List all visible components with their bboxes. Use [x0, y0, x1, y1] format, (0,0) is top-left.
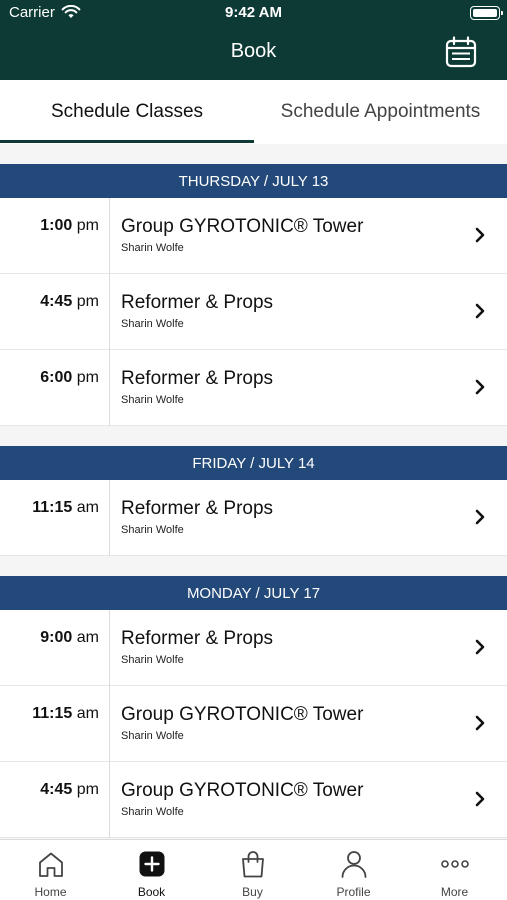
class-row[interactable]: 11:15 am Reformer & Props Sharin Wolfe	[0, 480, 507, 556]
row-divider	[109, 480, 110, 556]
class-row[interactable]: 4:45 pm Reformer & Props Sharin Wolfe	[0, 274, 507, 350]
chevron-right-icon	[475, 791, 485, 807]
class-name: Group GYROTONIC® Tower	[121, 780, 364, 801]
day-header: FRIDAY / JULY 14	[0, 446, 507, 482]
instructor-name: Sharin Wolfe	[121, 654, 184, 666]
chevron-right-icon	[475, 715, 485, 731]
tab-label: Book	[137, 885, 166, 899]
chevron-right-icon	[475, 303, 485, 319]
tab-label: More	[440, 885, 469, 899]
class-time: 1:00 pm	[40, 217, 99, 234]
instructor-name: Sharin Wolfe	[121, 318, 184, 330]
person-icon	[341, 851, 367, 878]
class-row[interactable]: 9:00 am Reformer & Props Sharin Wolfe	[0, 610, 507, 686]
plus-square-icon	[139, 851, 165, 877]
chevron-right-icon	[475, 509, 485, 525]
class-row[interactable]: 1:00 pm Group GYROTONIC® Tower Sharin Wo…	[0, 198, 507, 274]
tab-buy[interactable]: Buy	[202, 840, 303, 900]
row-divider	[109, 198, 110, 274]
tab-schedule-classes[interactable]: Schedule Classes	[0, 80, 254, 144]
calendar-icon	[445, 36, 477, 68]
class-time: 9:00 am	[40, 629, 99, 646]
shopping-bag-icon	[242, 851, 264, 878]
row-divider	[109, 274, 110, 350]
row-divider	[109, 350, 110, 426]
class-row[interactable]: 4:45 pm Group GYROTONIC® Tower Sharin Wo…	[0, 762, 507, 838]
tab-book[interactable]: Book	[101, 840, 202, 900]
row-divider	[109, 762, 110, 838]
battery-icon	[470, 6, 503, 20]
class-list[interactable]: THURSDAY / JULY 13 1:00 pm Group GYROTON…	[0, 144, 507, 839]
class-name: Group GYROTONIC® Tower	[121, 704, 364, 725]
chevron-right-icon	[475, 379, 485, 395]
instructor-name: Sharin Wolfe	[121, 524, 184, 536]
class-time: 4:45 pm	[40, 781, 99, 798]
bottom-tab-bar: Home Book Buy Profile More	[0, 839, 507, 900]
class-name: Reformer & Props	[121, 628, 274, 649]
tab-schedule-appointments[interactable]: Schedule Appointments	[254, 80, 507, 144]
tab-label: Home	[34, 885, 67, 899]
schedule-tabs: Schedule Classes Schedule Appointments	[0, 80, 507, 144]
calendar-button[interactable]	[444, 36, 478, 68]
navigation-bar: Carrier 9:42 AM Book	[0, 0, 507, 80]
status-bar: Carrier 9:42 AM	[0, 0, 507, 24]
instructor-name: Sharin Wolfe	[121, 394, 184, 406]
row-divider	[109, 610, 110, 686]
class-name: Reformer & Props	[121, 498, 274, 519]
home-icon	[39, 852, 63, 877]
day-header: MONDAY / JULY 17	[0, 576, 507, 612]
tab-more[interactable]: More	[404, 840, 505, 900]
more-dots-icon	[441, 860, 469, 868]
tab-label: Profile	[336, 885, 371, 899]
class-name: Group GYROTONIC® Tower	[121, 216, 364, 237]
chevron-right-icon	[475, 639, 485, 655]
tab-profile[interactable]: Profile	[303, 840, 404, 900]
class-row[interactable]: 11:15 am Group GYROTONIC® Tower Sharin W…	[0, 686, 507, 762]
class-row[interactable]: 6:00 pm Reformer & Props Sharin Wolfe	[0, 350, 507, 426]
tab-label: Buy	[242, 885, 263, 899]
chevron-right-icon	[475, 227, 485, 243]
active-tab-indicator	[0, 140, 254, 143]
instructor-name: Sharin Wolfe	[121, 242, 184, 254]
class-time: 4:45 pm	[40, 293, 99, 310]
instructor-name: Sharin Wolfe	[121, 806, 184, 818]
tab-home[interactable]: Home	[0, 840, 101, 900]
class-time: 11:15 am	[32, 499, 99, 516]
class-name: Reformer & Props	[121, 368, 274, 389]
instructor-name: Sharin Wolfe	[121, 730, 184, 742]
class-time: 6:00 pm	[40, 369, 99, 386]
page-title: Book	[230, 40, 277, 62]
class-time: 11:15 am	[32, 705, 99, 722]
status-time: 9:42 AM	[225, 4, 282, 21]
row-divider	[109, 686, 110, 762]
day-header: THURSDAY / JULY 13	[0, 164, 507, 200]
class-name: Reformer & Props	[121, 292, 274, 313]
